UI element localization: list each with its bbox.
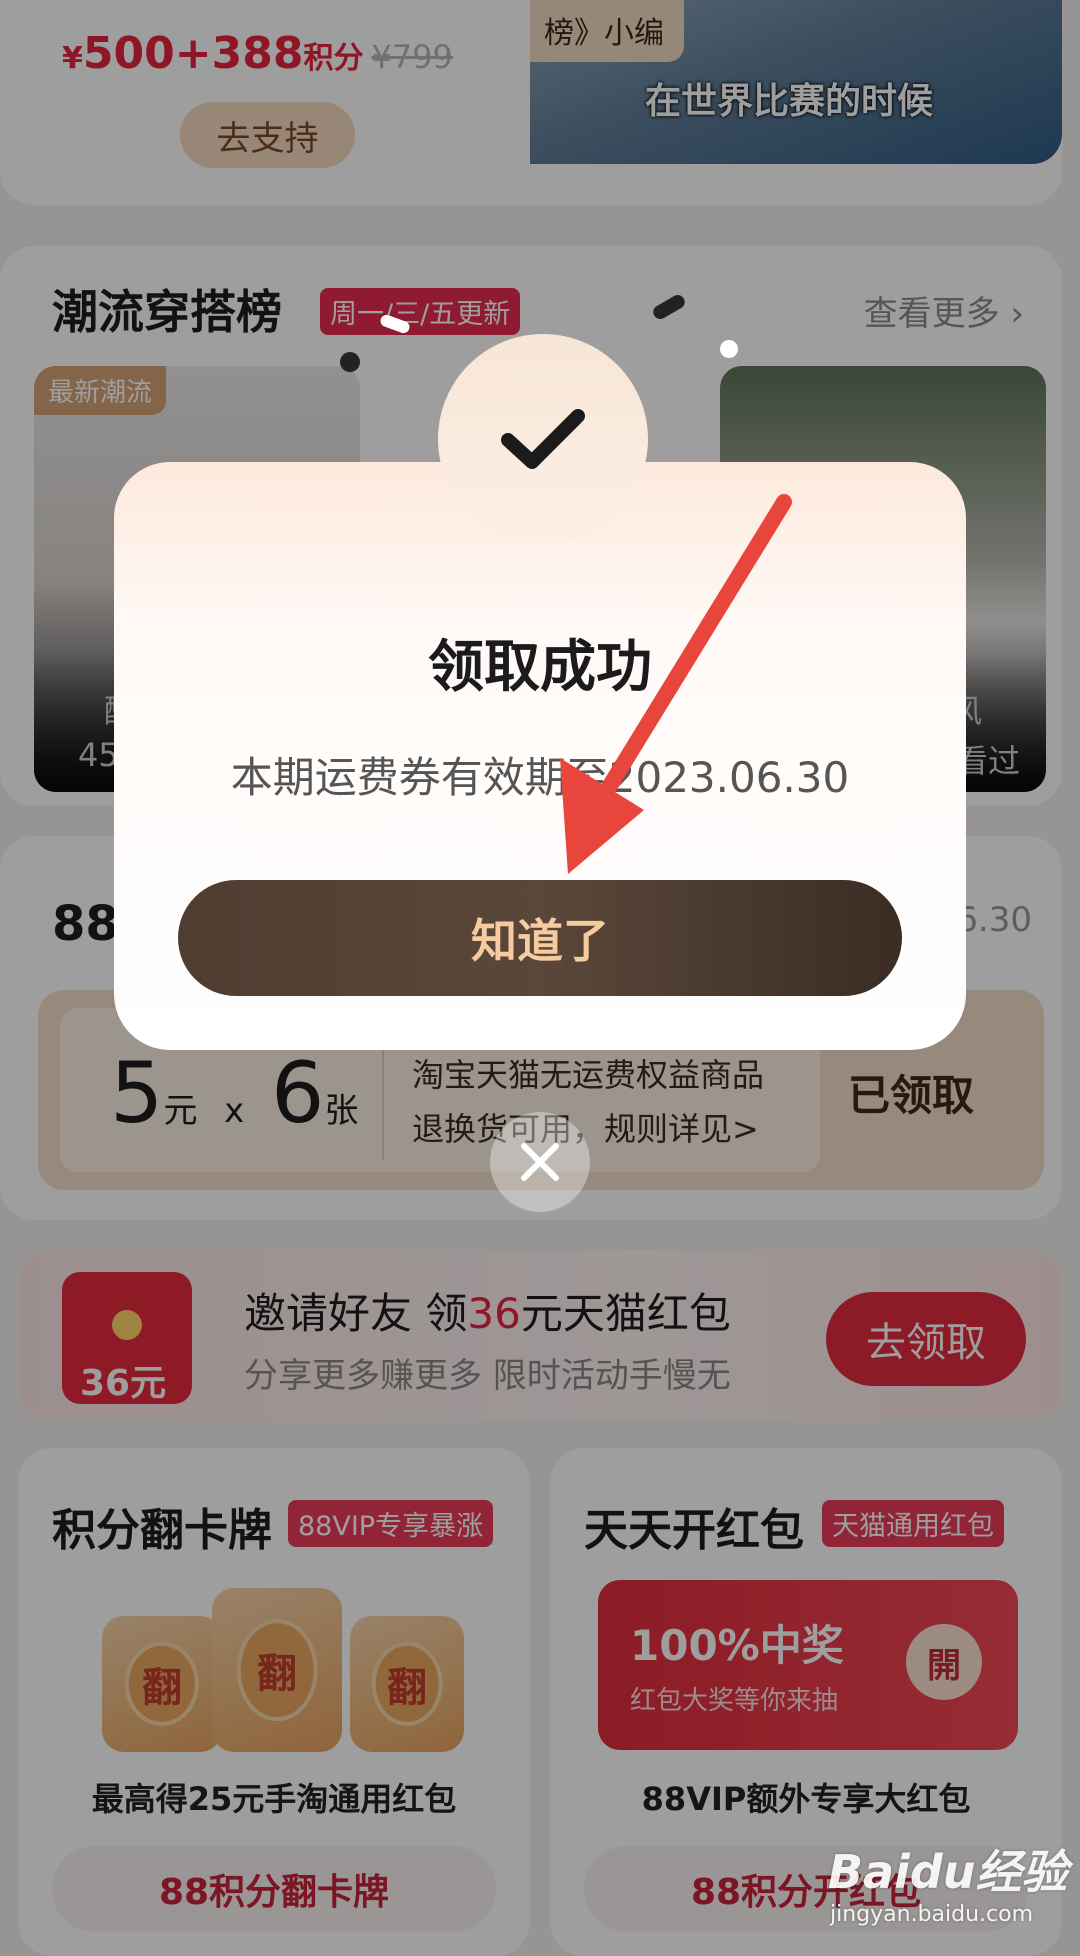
baidu-logo: Baidu经验	[828, 1845, 1068, 1899]
watermark-url: jingyan.baidu.com	[830, 1902, 1034, 1927]
success-dialog: 领取成功 本期运费券有效期至2023.06.30 知道了	[114, 462, 966, 1050]
dialog-title: 领取成功	[428, 635, 652, 700]
success-badge	[438, 334, 648, 544]
close-icon[interactable]	[490, 1112, 590, 1212]
confetti-dot	[340, 352, 360, 372]
checkmark-icon	[501, 409, 585, 469]
dialog-message: 本期运费券有效期至2023.06.30	[230, 753, 850, 802]
x-mark-icon	[521, 1143, 559, 1181]
baidu-watermark: Baidu经验 jingyan.baidu.com	[828, 1836, 1068, 1946]
confetti-dot	[720, 340, 738, 358]
got-it-button[interactable]: 知道了	[178, 880, 902, 996]
